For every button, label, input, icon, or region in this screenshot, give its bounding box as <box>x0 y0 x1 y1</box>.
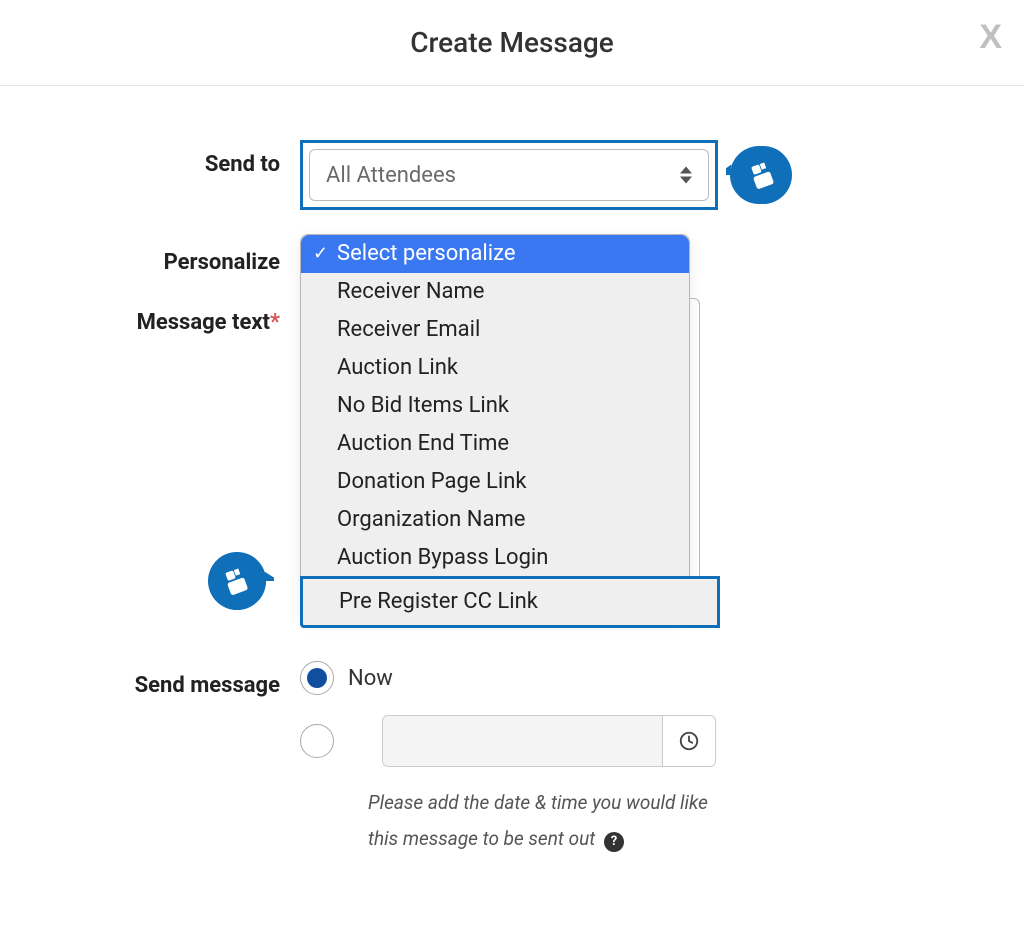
schedule-time-button[interactable] <box>662 715 716 767</box>
modal-header: Create Message X <box>0 0 1024 86</box>
clock-icon <box>678 730 700 752</box>
personalize-option[interactable]: Organization Name <box>301 501 689 539</box>
personalize-option[interactable]: Auction Bypass Login <box>301 539 689 577</box>
select-arrows-icon <box>680 167 694 184</box>
close-button[interactable]: X <box>979 20 1002 54</box>
hint-bubble-personalize <box>208 548 274 614</box>
label-message-text: Message text* <box>0 298 300 335</box>
personalize-option[interactable]: Auction Link <box>301 349 689 387</box>
schedule-help-text: Please add the date & time you would lik… <box>368 785 708 857</box>
personalize-dropdown[interactable]: Select personalizeReceiver NameReceiver … <box>300 234 690 619</box>
send-to-select[interactable]: All Attendees <box>309 149 709 201</box>
personalize-option[interactable]: Donation Page Link <box>301 463 689 501</box>
page-title: Create Message <box>0 26 1024 59</box>
row-personalize: Personalize Select personalizeReceiver N… <box>0 238 1024 290</box>
highlight-send-to: All Attendees <box>300 140 718 210</box>
send-to-selected-value: All Attendees <box>326 163 456 188</box>
row-send-message: Send message Now Pl <box>0 661 1024 857</box>
personalize-option[interactable]: Select personalize <box>301 235 689 273</box>
help-icon[interactable]: ? <box>604 832 624 852</box>
required-asterisk: * <box>270 310 280 335</box>
form-area: Send to All Attendees <box>0 86 1024 915</box>
personalize-option[interactable]: Receiver Name <box>301 273 689 311</box>
hint-bubble-send-to <box>726 142 792 208</box>
radio-now-label: Now <box>348 666 393 691</box>
label-personalize: Personalize <box>0 238 300 275</box>
row-send-to: Send to All Attendees <box>0 140 1024 210</box>
radio-option-now: Now <box>300 661 716 695</box>
schedule-datetime-input[interactable] <box>382 715 662 767</box>
personalize-option[interactable]: Receiver Email <box>301 311 689 349</box>
radio-now[interactable] <box>300 661 334 695</box>
radio-scheduled[interactable] <box>300 724 334 758</box>
label-send-message: Send message <box>0 661 300 698</box>
personalize-option[interactable]: No Bid Items Link <box>301 387 689 425</box>
personalize-option[interactable]: Auction End Time <box>301 425 689 463</box>
personalize-option[interactable]: Pre Register CC Link <box>300 576 720 628</box>
radio-option-scheduled <box>300 715 716 767</box>
label-send-to: Send to <box>0 140 300 177</box>
